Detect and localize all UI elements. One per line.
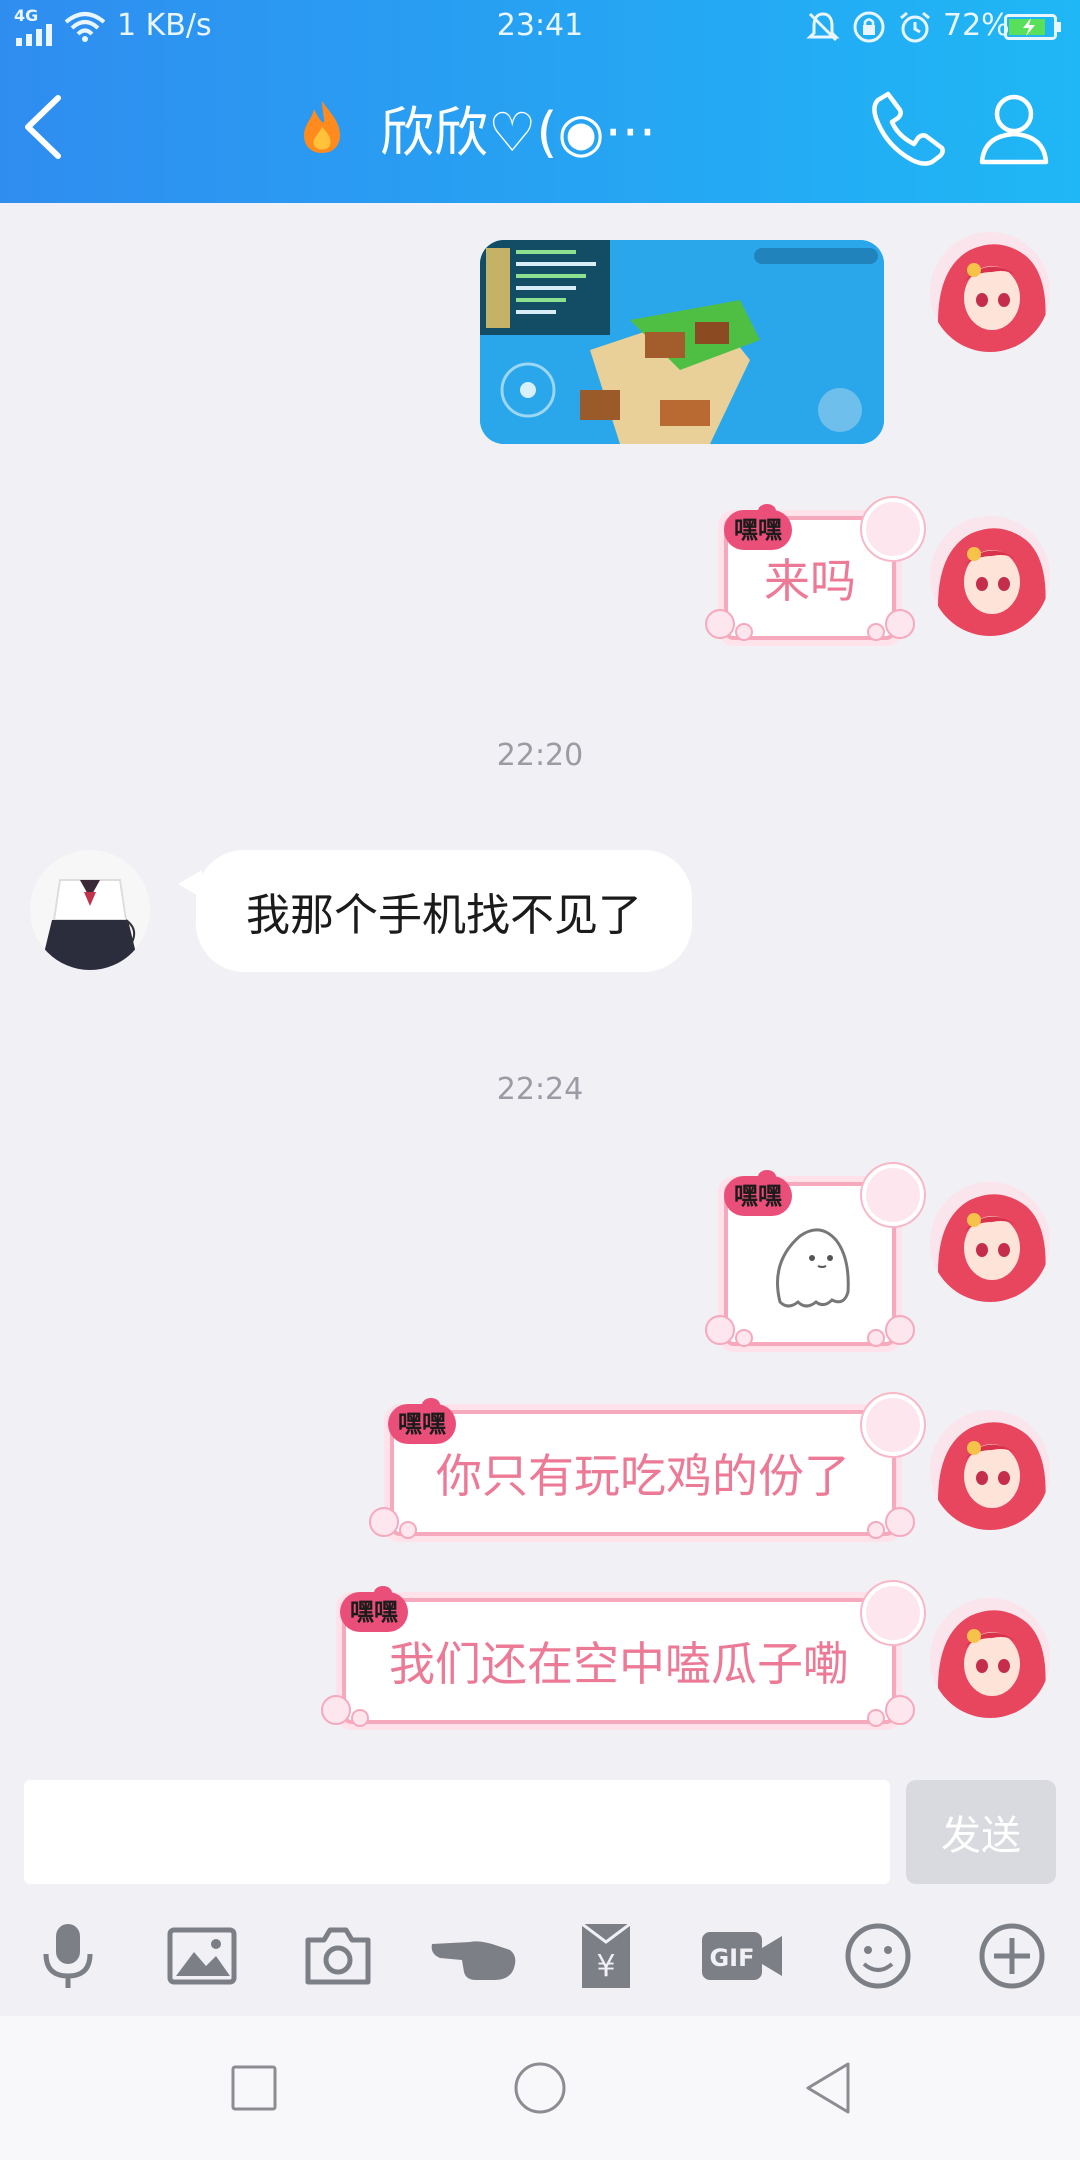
anime-girl-avatar-icon — [930, 1410, 1050, 1530]
bubble-tag: 嘿嘿 — [340, 1586, 408, 1632]
lock-rotation-icon — [853, 11, 885, 43]
paw-decoration-icon — [705, 609, 915, 641]
alarm-icon — [900, 11, 930, 43]
paw-decoration-icon — [705, 1315, 915, 1347]
svg-text:GIF: GIF — [709, 1944, 754, 1972]
schoolgirl-avatar-icon — [30, 850, 150, 970]
my-avatar[interactable] — [930, 1410, 1050, 1530]
bubble-decoration-icon — [862, 1164, 924, 1226]
battery-charging-icon — [1004, 14, 1061, 40]
bubble-tag: 嘿嘿 — [724, 1170, 792, 1216]
anime-girl-avatar-icon — [930, 232, 1050, 352]
home-icon[interactable] — [512, 2060, 568, 2116]
message-timestamp: 22:24 — [496, 1072, 584, 1107]
paw-decoration-icon — [321, 1695, 915, 1727]
anime-girl-avatar-icon — [930, 516, 1050, 636]
status-bar: 4G 1 KB/s 23:41 72% — [0, 0, 1080, 52]
game-screenshot-icon — [480, 240, 884, 444]
my-avatar[interactable] — [930, 1598, 1050, 1718]
anime-girl-avatar-icon — [930, 1182, 1050, 1302]
profile-icon[interactable] — [978, 90, 1050, 166]
paw-decoration-icon — [369, 1507, 915, 1539]
received-message-bubble[interactable]: 我那个手机找不见了 — [178, 850, 692, 972]
message-timestamp: 22:20 — [496, 738, 584, 773]
chat-header: 4G 1 KB/s 23:41 72% 欣欣♡(◉··· — [0, 0, 1080, 203]
svg-text:¥: ¥ — [596, 1949, 615, 1984]
send-button[interactable]: 发送 — [906, 1780, 1056, 1884]
bubble-tag: 嘿嘿 — [724, 504, 792, 550]
mute-bell-icon — [806, 12, 840, 42]
image-icon[interactable] — [166, 1920, 238, 1992]
anime-girl-avatar-icon — [930, 1598, 1050, 1718]
game-screenshot-image[interactable] — [480, 240, 884, 444]
microphone-icon[interactable] — [32, 1920, 104, 1992]
poke-hand-icon[interactable] — [430, 1920, 518, 1992]
bubble-decoration-icon — [862, 1394, 924, 1456]
camera-icon[interactable] — [302, 1920, 374, 1992]
ghost-icon — [776, 1228, 850, 1308]
phone-icon[interactable] — [868, 88, 948, 168]
back-arrow-icon[interactable] — [18, 92, 66, 162]
battery-percent: 72% — [943, 8, 1010, 43]
contact-avatar[interactable] — [30, 850, 150, 970]
my-avatar[interactable] — [930, 232, 1050, 352]
emoji-icon[interactable] — [842, 1920, 914, 1992]
plus-icon[interactable] — [976, 1920, 1048, 1992]
chat-title[interactable]: 欣欣♡(◉··· — [300, 92, 656, 164]
back-icon[interactable] — [800, 2060, 856, 2116]
contact-name: 欣欣♡(◉··· — [380, 100, 657, 164]
recent-apps-icon[interactable] — [226, 2060, 282, 2116]
gif-icon[interactable]: GIF — [700, 1920, 784, 1992]
my-avatar[interactable] — [930, 516, 1050, 636]
message-text: 我那个手机找不见了 — [246, 890, 642, 941]
red-packet-icon[interactable]: ¥ — [570, 1920, 642, 1992]
bubble-tag: 嘿嘿 — [388, 1398, 456, 1444]
bubble-decoration-icon — [862, 1582, 924, 1644]
message-input[interactable] — [24, 1780, 890, 1884]
flame-icon — [304, 101, 340, 153]
bubble-decoration-icon — [862, 498, 924, 560]
my-avatar[interactable] — [930, 1182, 1050, 1302]
